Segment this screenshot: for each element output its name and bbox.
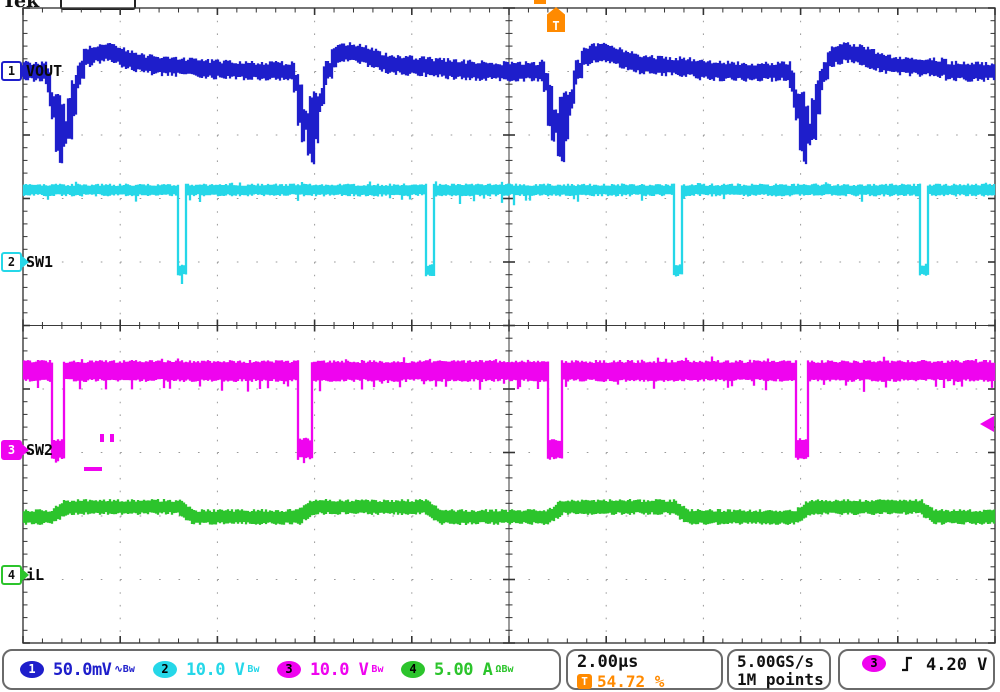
channel-scale-suffix: ∿Bw	[114, 664, 134, 675]
oscilloscope-screen: Tek T 150.0mV∿Bw210.0 VBw310.0 VBw45.00 …	[0, 0, 1000, 692]
channel-scale-suffix: Bw	[247, 664, 259, 675]
acquisition-readout[interactable]: 5.00GS/s 1M points	[727, 649, 831, 690]
channel-scale-value: 5.00 A	[434, 660, 492, 680]
channel-scale-value: 10.0 V	[310, 660, 368, 680]
channel-readout-ch2[interactable]: 2 10.0 VBw	[153, 660, 277, 680]
timebase-scale: 2.00µs	[577, 653, 721, 671]
sample-rate: 5.00GS/s	[737, 653, 829, 671]
waveform-display	[0, 0, 1000, 648]
trigger-level-value: 4.20 V	[926, 655, 987, 675]
trace-label-il: iL	[26, 566, 44, 584]
channel-scale-value: 10.0 V	[186, 660, 244, 680]
sw2-measurement-mark	[110, 434, 114, 442]
channel-scale-value: 50.0mV	[53, 660, 111, 680]
channel-badge-ch1[interactable]: 1	[20, 661, 44, 678]
channel-readout-ch4[interactable]: 4 5.00 AΩBw	[401, 660, 541, 680]
duty-cycle-value: 54.72 %	[597, 672, 664, 691]
trigger-source-badge: 3	[862, 655, 886, 672]
channel-badge-ch4[interactable]: 4	[401, 661, 425, 678]
duty-trigger-icon: T	[577, 674, 592, 689]
channel-marker-ch2[interactable]: 2	[1, 252, 22, 272]
trigger-readout[interactable]: 3 4.20 V	[838, 649, 995, 690]
channel-marker-ch1[interactable]: 1	[1, 61, 22, 81]
channel-readout-ch3[interactable]: 3 10.0 VBw	[277, 660, 401, 680]
channel-marker-ch4[interactable]: 4	[1, 565, 22, 585]
trace-label-vout: VOUT	[26, 62, 62, 80]
channel-scale-suffix: ΩBw	[495, 664, 513, 675]
trigger-level-arrow[interactable]	[980, 416, 994, 432]
timebase-readout[interactable]: 2.00µs T 54.72 %	[566, 649, 723, 690]
channel-marker-ch3[interactable]: 3	[1, 440, 22, 460]
trace-label-sw2: SW2	[26, 441, 53, 459]
channel-readout-ch1[interactable]: 1 50.0mV∿Bw	[20, 660, 153, 680]
channel-readout-bar: 150.0mV∿Bw210.0 VBw310.0 VBw45.00 AΩBw	[2, 649, 561, 690]
trigger-position-tick	[534, 0, 546, 4]
trace-label-sw1: SW1	[26, 253, 53, 271]
channel-badge-ch3[interactable]: 3	[277, 661, 301, 678]
record-length: 1M points	[737, 671, 829, 689]
sw2-measurement-mark	[100, 434, 104, 442]
channel-badge-ch2[interactable]: 2	[153, 661, 177, 678]
channel-scale-suffix: Bw	[371, 664, 383, 675]
rising-edge-icon	[900, 655, 914, 673]
sw2-measurement-mark	[84, 467, 102, 471]
